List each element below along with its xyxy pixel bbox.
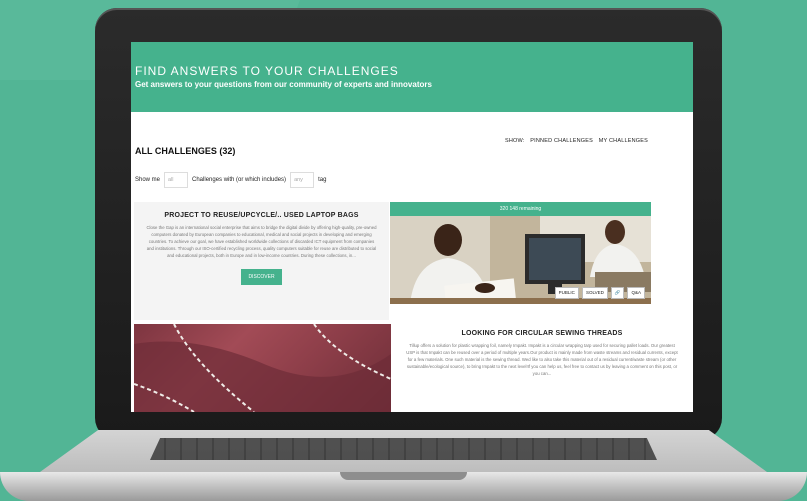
qa-tag[interactable]: Q&A: [627, 287, 645, 299]
challenge-card-text-2: LOOKING FOR CIRCULAR SEWING THREADS Till…: [393, 324, 691, 412]
fabric-photo: [134, 324, 391, 412]
challenge-card-image-2[interactable]: [134, 324, 391, 412]
laptop-base: [0, 430, 807, 501]
solved-tag: SOLVED: [581, 287, 608, 299]
keyboard: [150, 438, 657, 460]
challenge-tags: PUBLIC SOLVED 🔗 Q&A: [554, 287, 645, 299]
remaining-bar: 320 148 remaining: [390, 202, 651, 216]
show-me-label: Show me: [135, 177, 161, 183]
challenge-card-title-2[interactable]: LOOKING FOR CIRCULAR SEWING THREADS: [405, 330, 679, 337]
show-links: SHOW: PINNED CHALLENGES MY CHALLENGES: [505, 138, 652, 144]
laptop-screen: FIND ANSWERS TO YOUR CHALLENGES Get answ…: [131, 42, 693, 412]
laptop-notch: [340, 472, 467, 480]
show-label: SHOW:: [505, 138, 525, 144]
discover-button[interactable]: DISCOVER: [241, 269, 282, 285]
pinned-challenges-link[interactable]: PINNED CHALLENGES: [530, 138, 593, 144]
all-select[interactable]: all: [164, 172, 189, 188]
filter-row: Show me all Challenges with (or which in…: [135, 172, 326, 188]
challenge-card-image[interactable]: PUBLIC SOLVED 🔗 Q&A: [390, 202, 651, 304]
challenge-card-description-2: Tillup offers a solution for plastic wra…: [406, 343, 678, 376]
public-tag: PUBLIC: [554, 287, 579, 299]
list-heading-row: ALL CHALLENGES (32): [135, 146, 689, 156]
my-challenges-link[interactable]: MY CHALLENGES: [599, 138, 648, 144]
tag-select[interactable]: any: [290, 172, 315, 188]
hero-title: FIND ANSWERS TO YOUR CHALLENGES: [135, 64, 399, 78]
challenge-card-title[interactable]: PROJECT TO REUSE/UPCYCLE/.. USED LAPTOP …: [146, 212, 377, 219]
challenges-title: ALL CHALLENGES (32): [135, 146, 236, 156]
challenge-card-description: Close the Gap is an international social…: [146, 225, 377, 258]
link-icon[interactable]: 🔗: [610, 287, 625, 299]
challenge-card-text: PROJECT TO REUSE/UPCYCLE/.. USED LAPTOP …: [134, 202, 389, 320]
tag-label: tag: [318, 177, 327, 183]
hero-subtitle: Get answers to your questions from our c…: [135, 80, 432, 89]
hero-banner: FIND ANSWERS TO YOUR CHALLENGES Get answ…: [131, 42, 693, 112]
filter-middle-label: Challenges with (or which includes): [192, 177, 287, 183]
